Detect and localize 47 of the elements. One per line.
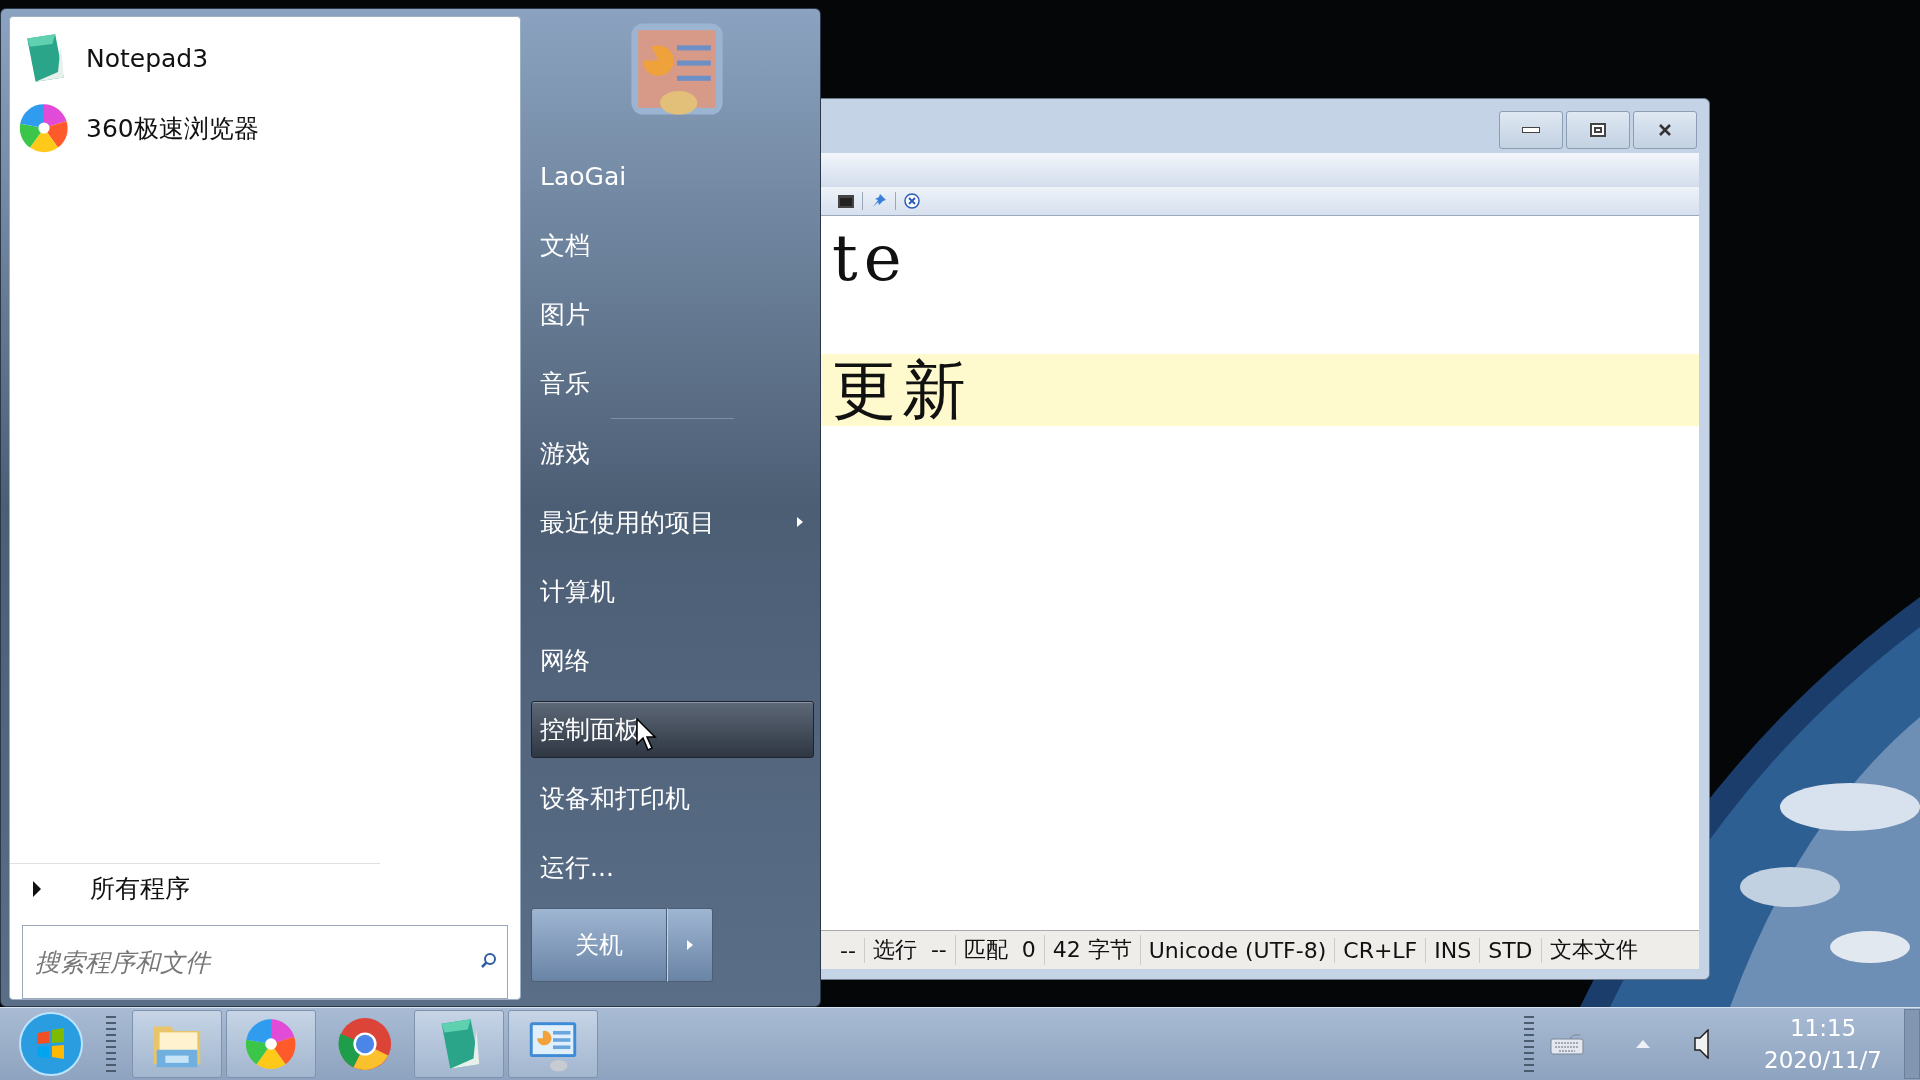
status-text: 42 字节	[1044, 935, 1141, 965]
close-icon[interactable]	[904, 193, 920, 209]
close-icon	[1657, 122, 1673, 138]
status-text: Unicode (UTF-8)	[1140, 937, 1336, 963]
pin-icon[interactable]	[871, 193, 887, 209]
taskbar-button[interactable]	[132, 1010, 222, 1078]
search-field[interactable]: 搜索程序和文件	[22, 925, 508, 999]
chrome-icon	[336, 1015, 394, 1073]
menu-item[interactable]: LaoGai	[531, 148, 814, 205]
caret-icon	[687, 940, 693, 950]
all-programs-link[interactable]: 所有程序	[90, 872, 190, 905]
text-line: te	[832, 222, 909, 294]
terminal-icon[interactable]	[838, 194, 854, 208]
status-text: CR+LF	[1335, 937, 1427, 963]
status-text: 选行 --	[864, 935, 956, 965]
program-item[interactable]: 360极速浏览器	[10, 93, 520, 163]
speaker-icon[interactable]	[1694, 1029, 1711, 1059]
taskbar-button[interactable]	[508, 1010, 598, 1078]
status-text: INS	[1426, 937, 1481, 963]
program-item[interactable]: Notepad3	[10, 23, 520, 93]
menu-item[interactable]: 控制面板	[531, 701, 814, 758]
menu-item[interactable]: 网络	[531, 632, 814, 689]
start-button[interactable]	[18, 1011, 84, 1077]
menu-item[interactable]: 运行...	[531, 839, 814, 896]
status-text: 文本文件	[1548, 936, 1639, 964]
show-hidden-icons-button[interactable]	[1636, 1040, 1651, 1048]
menu-item[interactable]: 设备和打印机	[531, 770, 814, 827]
maximize-button[interactable]	[1566, 111, 1630, 149]
taskbar-button[interactable]	[414, 1010, 504, 1078]
cursor-icon	[636, 718, 660, 752]
taskbar-button[interactable]	[226, 1010, 316, 1078]
menu-item[interactable]: 图片	[531, 286, 814, 343]
program-label: Notepad3	[86, 43, 209, 73]
menu-item[interactable]: 游戏	[531, 425, 814, 482]
shutdown-options-button[interactable]	[667, 908, 713, 982]
status-text: 匹配 0	[955, 935, 1045, 965]
menu-item[interactable]: 文档	[531, 217, 814, 274]
expand-arrow-icon	[32, 879, 42, 898]
program-label: 360极速浏览器	[86, 112, 259, 145]
close-button[interactable]	[1633, 111, 1697, 149]
search-icon	[480, 952, 498, 970]
status-text: --	[832, 937, 865, 963]
status-text: STD	[1480, 937, 1542, 963]
menu-item[interactable]: 最近使用的项目	[531, 494, 814, 551]
submenu-arrow-icon	[797, 517, 803, 527]
menu-item[interactable]: 计算机	[531, 563, 814, 620]
keyboard-icon[interactable]	[1550, 1033, 1585, 1055]
